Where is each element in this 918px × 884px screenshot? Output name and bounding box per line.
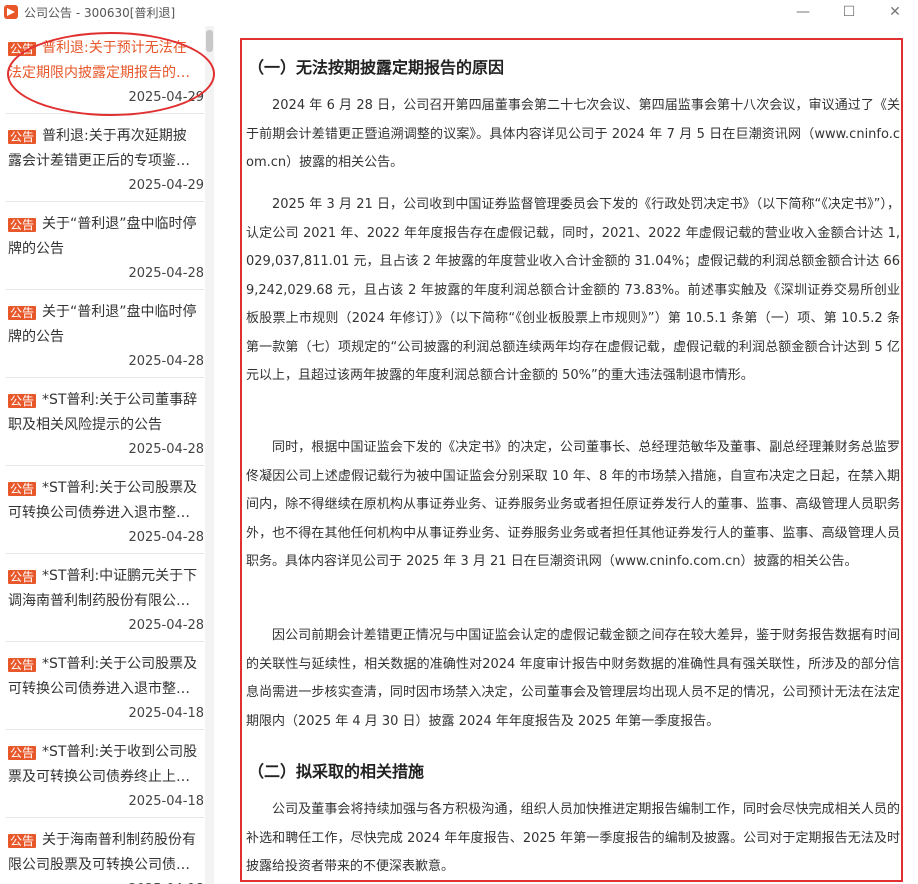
announcement-content: （一）无法按期披露定期报告的原因 2024 年 6 月 28 日，公司召开第四届… [240,38,903,882]
paragraph: 同时，根据中国证监会下发的《决定书》的决定，公司董事长、总经理范敏华及董事、副总… [246,440,900,569]
announcement-title[interactable]: 关于海南普利制药股份有限公司股票及可转换公司债… [8,828,200,878]
announcement-title[interactable]: *ST普利:关于公司股票及可转换公司债券进入退市整… [8,652,200,702]
list-item[interactable]: 公告 普利退:关于预计无法在法定期限内披露定期报告的… 2025-04-29 [6,26,204,114]
window-controls: — ☐ ✕ [780,0,918,24]
list-item[interactable]: 公告 *ST普利:关于公司董事辞职及相关风险提示的公告 2025-04-28 [6,378,204,466]
paragraph: 公司及董事会将持续加强与各方积极沟通，组织人员加快推进定期报告编制工作，同时会尽… [246,802,900,874]
announcement-list: 公告 普利退:关于预计无法在法定期限内披露定期报告的… 2025-04-29 公告 普利… [0,26,204,884]
announcement-date: 2025-04-28 [128,442,204,457]
announcement-date: 2025-04-28 [128,530,204,545]
announcement-date: 2025-04-28 [128,354,204,369]
sidebar-scrollbar[interactable] [205,26,214,884]
section2-heading: （二）拟采取的相关措施 [248,762,425,781]
scrollbar-thumb[interactable] [206,30,213,52]
list-item[interactable]: 公告 *ST普利:关于公司股票及可转换公司债券进入退市整… 2025-04-18 [6,642,204,730]
paragraph: 2025 年 3 月 21 日，公司收到中国证券监督管理委员会下发的《行政处罚决… [246,197,900,383]
announcement-date: 2025-04-28 [128,618,204,633]
paragraph: 2024 年 6 月 28 日，公司召开第四届董事会第二十七次会议、第四届监事会… [246,98,900,170]
list-item[interactable]: 公告 *ST普利:关于公司股票及可转换公司债券进入退市整… 2025-04-28 [6,466,204,554]
announcement-title[interactable]: 普利退:关于再次延期披露会计差错更正后的专项鉴… [8,124,200,174]
list-item[interactable]: 公告 普利退:关于再次延期披露会计差错更正后的专项鉴… 2025-04-29 [6,114,204,202]
announcement-date: 2025-04-18 [128,794,204,809]
announcement-date: 2025-04-29 [128,90,204,105]
announcement-sidebar: 公告 普利退:关于预计无法在法定期限内披露定期报告的… 2025-04-29 公告 普利… [0,26,218,884]
announcement-date: 2025-04-28 [128,266,204,281]
list-item[interactable]: 公告 关于“普利退”盘中临时停牌的公告 2025-04-28 [6,202,204,290]
list-item[interactable]: 公告 *ST普利:关于收到公司股票及可转换公司债券终止上… 2025-04-18 [6,730,204,818]
announcement-title[interactable]: *ST普利:中证鹏元关于下调海南普利制药股份有限公… [8,564,200,614]
window-title: 公司公告 - 300630[普利退] [24,5,176,20]
list-item[interactable]: 公告 关于“普利退”盘中临时停牌的公告 2025-04-28 [6,290,204,378]
window-titlebar: 公司公告 - 300630[普利退] — ☐ ✕ [0,0,918,24]
maximize-icon[interactable]: ☐ [826,0,872,24]
announcement-title[interactable]: 关于“普利退”盘中临时停牌的公告 [8,212,200,262]
app-logo-icon [4,5,18,19]
announcement-title[interactable]: *ST普利:关于公司董事辞职及相关风险提示的公告 [8,388,200,438]
section1-heading: （一）无法按期披露定期报告的原因 [248,58,505,77]
announcement-title[interactable]: *ST普利:关于公司股票及可转换公司债券进入退市整… [8,476,200,526]
close-icon[interactable]: ✕ [872,0,918,24]
announcement-title[interactable]: 关于“普利退”盘中临时停牌的公告 [8,300,200,350]
announcement-title[interactable]: 普利退:关于预计无法在法定期限内披露定期报告的… [8,36,200,86]
announcement-date: 2025-04-29 [128,178,204,193]
list-item[interactable]: 公告 *ST普利:中证鹏元关于下调海南普利制药股份有限公… 2025-04-28 [6,554,204,642]
list-item[interactable]: 公告关于海南普利制药股份有限公司股票及可转换公司债…2025-04-18 [6,818,204,884]
paragraph: 因公司前期会计差错更正情况与中国证监会认定的虚假记载金额之间存在较大差异，鉴于财… [246,628,900,729]
announcement-title[interactable]: *ST普利:关于收到公司股票及可转换公司债券终止上… [8,740,200,790]
minimize-icon[interactable]: — [780,0,826,24]
announcement-date: 2025-04-18 [128,706,204,721]
